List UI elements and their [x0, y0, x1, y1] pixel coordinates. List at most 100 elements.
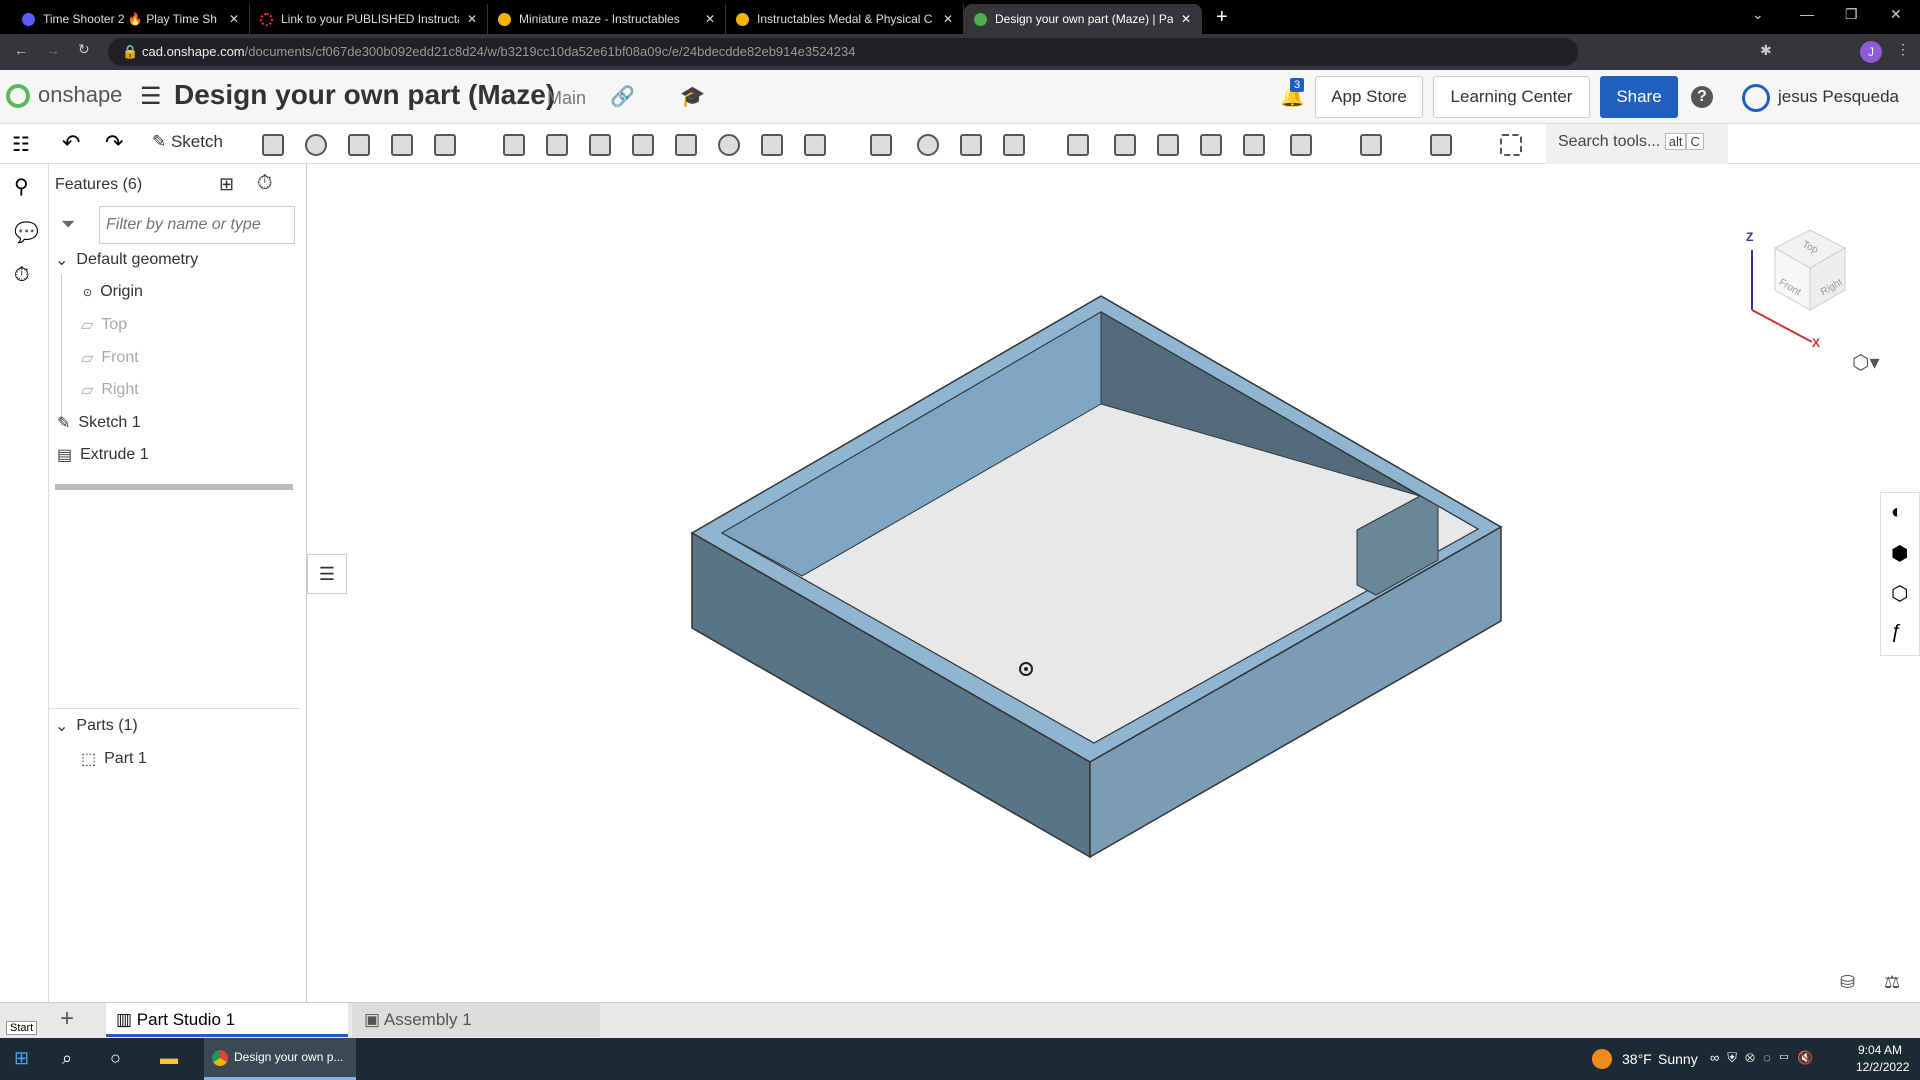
extensions-icon[interactable]: ✱: [1760, 42, 1772, 59]
delete-part-tool-icon[interactable]: [1067, 134, 1089, 156]
back-icon[interactable]: ←: [14, 42, 28, 58]
chamfer-tool-icon[interactable]: [546, 134, 568, 156]
filter-input[interactable]: [99, 206, 295, 244]
profile-avatar[interactable]: J: [1860, 41, 1882, 63]
rollback-timer-icon[interactable]: ⏱: [257, 172, 273, 195]
revolve-tool-icon[interactable]: [305, 134, 327, 156]
clock-time[interactable]: 9:04 AM: [1858, 1043, 1902, 1057]
restore-button[interactable]: ❐: [1845, 6, 1858, 23]
replace-face-tool-icon[interactable]: [1243, 134, 1265, 156]
fillet-tool-icon[interactable]: [503, 134, 525, 156]
tab-part-studio-1[interactable]: ▥ Part Studio 1: [106, 1003, 348, 1037]
help-icon[interactable]: ?: [1691, 86, 1713, 108]
minimize-button[interactable]: —: [1800, 6, 1814, 22]
variables-icon[interactable]: ƒ: [1891, 621, 1902, 644]
system-tray-icons[interactable]: ∞⛨⊗◌▭🔇: [1710, 1050, 1821, 1066]
search-tools-input[interactable]: Search tools... alt C: [1546, 124, 1728, 164]
mirror-tool-icon[interactable]: [870, 134, 892, 156]
redo-icon[interactable]: ↷: [105, 130, 123, 156]
parts-group[interactable]: ⌄ Parts (1): [55, 716, 138, 736]
add-custom-feature-icon[interactable]: [1500, 134, 1522, 156]
browser-tab[interactable]: Time Shooter 2 🔥 Play Time Sh ✕: [12, 4, 250, 34]
rollback-bar[interactable]: [55, 484, 293, 490]
appearance-icon[interactable]: ◐: [1891, 501, 1903, 524]
close-window-button[interactable]: ✕: [1890, 6, 1902, 23]
sheet-metal-tool-icon[interactable]: [1360, 134, 1382, 156]
branch-label[interactable]: Main: [547, 88, 586, 109]
tab-assembly-1[interactable]: ▣ Assembly 1: [352, 1003, 600, 1037]
delete-face-tool-icon[interactable]: [1157, 134, 1179, 156]
draft-tool-icon[interactable]: [589, 134, 611, 156]
transform-tool-icon[interactable]: [1003, 134, 1025, 156]
learning-center-button[interactable]: Learning Center: [1433, 76, 1590, 118]
split-tool-icon[interactable]: [960, 134, 982, 156]
view-cube[interactable]: Top Front Right Z X: [1740, 190, 1880, 360]
thicken-tool-icon[interactable]: [434, 134, 456, 156]
rib-tool-icon[interactable]: [632, 134, 654, 156]
close-tab-icon[interactable]: ✕: [229, 12, 239, 26]
section-view-icon[interactable]: ⛁: [1840, 972, 1855, 993]
feature-origin[interactable]: ⊙ Origin: [83, 283, 143, 301]
feature-extrude-1[interactable]: ▤ Extrude 1: [57, 445, 149, 465]
taskbar-chrome-app[interactable]: Design your own p...: [204, 1038, 356, 1080]
graphics-viewport[interactable]: [307, 164, 1920, 1002]
url-input[interactable]: 🔒 cad.onshape.com/documents/cf067de300b09…: [108, 38, 1578, 66]
new-tab-button[interactable]: +: [1202, 6, 1228, 34]
close-tab-icon[interactable]: ✕: [1181, 12, 1191, 26]
search-icon[interactable]: ⌕: [62, 1048, 72, 1069]
thread-tool-icon[interactable]: [761, 134, 783, 156]
file-explorer-icon[interactable]: ▬: [160, 1048, 178, 1069]
weather-temp[interactable]: 38°F: [1622, 1051, 1652, 1067]
feature-top-plane[interactable]: ▱ Top: [81, 315, 127, 335]
browser-tab-active[interactable]: Design your own part (Maze) | Pa ✕: [964, 4, 1202, 34]
document-title[interactable]: Design your own part (Maze): [174, 79, 555, 111]
browser-tab[interactable]: Instructables Medal & Physical C ✕: [726, 4, 964, 34]
close-tab-icon[interactable]: ✕: [705, 12, 715, 26]
boolean-tool-icon[interactable]: [917, 134, 939, 156]
measure-icon[interactable]: ⬡: [1891, 581, 1908, 606]
shell-tool-icon[interactable]: [675, 134, 697, 156]
modify-fillet-tool-icon[interactable]: [1114, 134, 1136, 156]
feature-front-plane[interactable]: ▱ Front: [81, 348, 139, 368]
part-item[interactable]: ⬚ Part 1: [81, 749, 147, 769]
app-store-button[interactable]: App Store: [1315, 76, 1423, 118]
units-icon[interactable]: ⚖: [1884, 972, 1900, 993]
onshape-logo[interactable]: onshape: [38, 82, 122, 108]
forward-icon[interactable]: →: [46, 42, 60, 58]
menu-icon[interactable]: ⋮: [1896, 41, 1910, 58]
browser-tab[interactable]: Link to your PUBLISHED Instructa ✕: [250, 4, 488, 34]
hole-tool-icon[interactable]: [718, 134, 740, 156]
move-face-tool-icon[interactable]: [1200, 134, 1222, 156]
feature-right-plane[interactable]: ▱ Right: [81, 380, 139, 400]
instances-icon[interactable]: ⚲: [14, 174, 29, 199]
add-folder-icon[interactable]: ⊞: [219, 174, 234, 195]
user-avatar-icon[interactable]: [1742, 84, 1770, 112]
default-geometry-group[interactable]: ⌄ Default geometry: [55, 250, 198, 270]
pattern-tool-icon[interactable]: [804, 134, 826, 156]
plane-tool-icon[interactable]: [1290, 134, 1312, 156]
feature-list-toggle-icon[interactable]: ☷: [12, 132, 30, 157]
share-button[interactable]: Share: [1600, 76, 1678, 118]
history-icon[interactable]: ⏱: [14, 264, 30, 287]
browser-tab[interactable]: Miniature maze - Instructables ✕: [488, 4, 726, 34]
loft-tool-icon[interactable]: [391, 134, 413, 156]
close-tab-icon[interactable]: ✕: [467, 12, 477, 26]
tab-search-icon[interactable]: ⌄: [1752, 6, 1764, 23]
filter-icon[interactable]: ⏷: [61, 214, 75, 235]
weather-condition[interactable]: Sunny: [1658, 1051, 1698, 1067]
add-tab-button[interactable]: +: [60, 1005, 74, 1033]
sketch-button[interactable]: ✎ Sketch: [152, 132, 223, 152]
user-menu[interactable]: jesus Pesqueda: [1778, 87, 1899, 107]
sweep-tool-icon[interactable]: [348, 134, 370, 156]
close-tab-icon[interactable]: ✕: [943, 12, 953, 26]
undo-icon[interactable]: ↶: [62, 130, 80, 156]
view-options-icon[interactable]: ⬡▾: [1852, 350, 1880, 375]
reload-icon[interactable]: ↻: [78, 41, 90, 58]
mass-properties-icon[interactable]: ⬢: [1891, 541, 1908, 566]
extrude-tool-icon[interactable]: [262, 134, 284, 156]
comments-icon[interactable]: 💬: [14, 220, 39, 245]
learning-icon[interactable]: 🎓: [680, 84, 705, 109]
link-icon[interactable]: 🔗: [610, 84, 635, 109]
frame-tool-icon[interactable]: [1430, 134, 1452, 156]
clock-date[interactable]: 12/2/2022: [1856, 1060, 1909, 1074]
